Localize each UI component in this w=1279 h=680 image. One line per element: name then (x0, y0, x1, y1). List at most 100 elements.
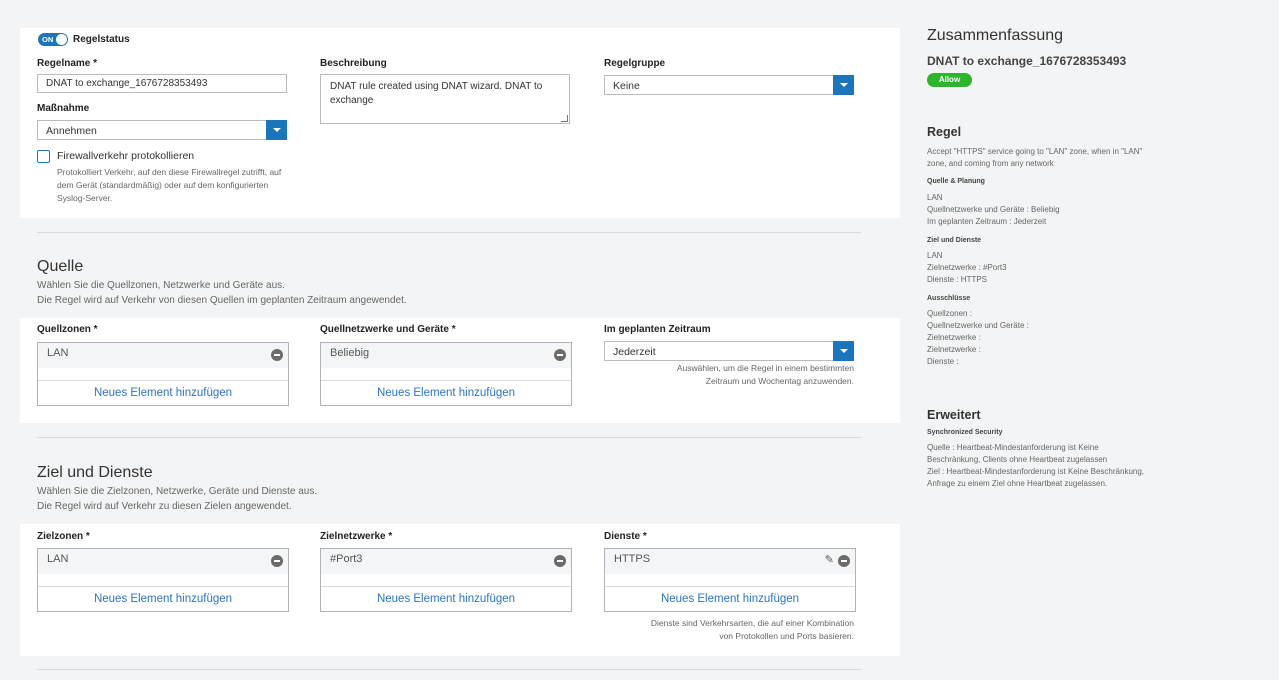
summary-line: Quelle : Heartbeat-Mindestanforderung is… (927, 443, 1099, 452)
log-traffic-hint: Protokolliert Verkehr, auf den diese Fir… (57, 166, 281, 205)
summary-rule-name: DNAT to exchange_1676728353493 (927, 54, 1127, 68)
action-value: Annehmen (46, 125, 97, 137)
log-hint-line: dem Gerät (standardmäßig) oder auf dem k… (57, 180, 269, 190)
summary-dest-lines: LAN Zielnetzwerke : #Port3 Dienste : HTT… (927, 250, 1007, 286)
remove-icon[interactable] (271, 555, 283, 567)
divider (37, 669, 861, 670)
subtitle-line: Die Regel wird auf Verkehr von diesen Qu… (37, 295, 407, 306)
list-item: #Port3 (321, 549, 571, 574)
services-list: HTTPS ✎ Neues Element hinzufügen (604, 548, 856, 612)
schedule-select[interactable]: Jederzeit (604, 341, 854, 361)
source-section-subtitle: Wählen Sie die Quellzonen, Netzwerke und… (37, 278, 407, 308)
list-item-label: LAN (47, 553, 69, 565)
summary-line: Zielnetzwerke : #Port3 (927, 263, 1007, 272)
services-hint: Dienste sind Verkehrsarten, die auf eine… (651, 617, 854, 643)
summary-line: Zielnetzwerke : (927, 345, 981, 354)
list-item-label: LAN (47, 347, 69, 359)
dest-section-subtitle: Wählen Sie die Zielzonen, Netzwerke, Ger… (37, 484, 317, 514)
schedule-label: Im geplanten Zeitraum (604, 324, 711, 335)
add-item-button[interactable]: Neues Element hinzufügen (321, 586, 571, 612)
summary-dest-heading: Ziel und Dienste (927, 237, 982, 244)
description-textarea[interactable]: DNAT rule created using DNAT wizard. DNA… (320, 74, 570, 124)
summary-line: Quellnetzwerke und Geräte : (927, 321, 1029, 330)
action-label: Maßnahme (37, 103, 90, 114)
dest-section-title: Ziel und Dienste (37, 464, 153, 481)
dest-zones-label: Zielzonen * (37, 531, 90, 542)
summary-line: Dienste : HTTPS (927, 275, 988, 284)
summary-advanced-heading: Erweitert (927, 408, 981, 422)
rule-group-value: Keine (613, 80, 640, 92)
hint-line: Zeitraum und Wochentag anzuwenden. (705, 376, 854, 386)
source-zones-label: Quellzonen * (37, 324, 98, 335)
log-traffic-label: Firewallverkehr protokollieren (57, 150, 195, 162)
rule-name-label: Regelname * (37, 58, 98, 69)
source-section-title: Quelle (37, 258, 84, 275)
source-networks-label: Quellnetzwerke und Geräte * (320, 324, 456, 335)
divider (37, 232, 861, 233)
schedule-value: Jederzeit (613, 346, 656, 358)
list-item: LAN (38, 549, 288, 574)
summary-line: Beschränkung, Clients ohne Heartbeat zug… (927, 455, 1108, 464)
subtitle-line: Wählen Sie die Quellzonen, Netzwerke und… (37, 280, 285, 291)
hint-line: Auswählen, um die Regel in einem bestimm… (676, 363, 854, 373)
pencil-icon[interactable]: ✎ (825, 554, 834, 566)
resize-grip-icon[interactable] (561, 115, 568, 122)
remove-icon[interactable] (838, 555, 850, 567)
summary-line: Quellzonen : (927, 309, 972, 318)
toggle-knob (56, 34, 67, 45)
remove-icon[interactable] (554, 555, 566, 567)
rule-status-toggle[interactable]: ON (38, 33, 68, 46)
log-hint-line: Syslog-Server. (57, 193, 113, 203)
summary-source-lines: LAN Quellnetzwerke und Geräte : Beliebig… (927, 192, 1060, 228)
summary-line: Quellnetzwerke und Geräte : Beliebig (927, 205, 1060, 214)
hint-line: von Protokollen und Ports basieren. (719, 631, 854, 641)
dest-networks-label: Zielnetzwerke * (320, 531, 393, 542)
list-item-label: HTTPS (614, 553, 651, 565)
source-networks-list: Beliebig Neues Element hinzufügen (320, 342, 572, 406)
list-item: Beliebig (321, 343, 571, 368)
summary-line: LAN (927, 193, 943, 202)
subtitle-line: Wählen Sie die Zielzonen, Netzwerke, Ger… (37, 486, 318, 497)
description-value: DNAT rule created using DNAT wizard. DNA… (330, 81, 543, 106)
summary-regel-heading: Regel (927, 125, 962, 139)
log-hint-line: Protokolliert Verkehr, auf den diese Fir… (57, 167, 282, 177)
services-label: Dienste * (604, 531, 647, 542)
summary-line: LAN (927, 251, 943, 260)
summary-title: Zusammenfassung (927, 27, 1064, 44)
dest-zones-list: LAN Neues Element hinzufügen (37, 548, 289, 612)
add-item-button[interactable]: Neues Element hinzufügen (38, 586, 288, 612)
list-item: LAN (38, 343, 288, 368)
remove-icon[interactable] (554, 349, 566, 361)
summary-line: Accept "HTTPS" service going to "LAN" zo… (927, 147, 1143, 156)
list-item-label: Beliebig (330, 347, 370, 359)
chevron-down-icon[interactable] (833, 75, 854, 95)
summary-exclusions-lines: Quellzonen : Quellnetzwerke und Geräte :… (927, 308, 1029, 368)
summary-line: Im geplanten Zeitraum : Jederzeit (927, 217, 1047, 226)
log-traffic-checkbox[interactable] (37, 150, 50, 163)
summary-line: Ziel : Heartbeat-Mindestanforderung ist … (927, 467, 1145, 476)
divider (37, 437, 861, 438)
remove-icon[interactable] (271, 349, 283, 361)
chevron-down-icon[interactable] (266, 120, 287, 140)
add-item-button[interactable]: Neues Element hinzufügen (321, 380, 571, 406)
list-item-label: #Port3 (330, 553, 363, 565)
summary-exclusions-heading: Ausschlüsse (927, 295, 971, 302)
add-item-button[interactable]: Neues Element hinzufügen (38, 380, 288, 406)
summary-line: zone, and coming from any network (927, 159, 1054, 168)
summary-regel-text: Accept "HTTPS" service going to "LAN" zo… (927, 146, 1142, 170)
subtitle-line: Die Regel wird auf Verkehr zu diesen Zie… (37, 501, 292, 512)
action-select[interactable]: Annehmen (37, 120, 287, 140)
chevron-down-icon[interactable] (833, 341, 854, 361)
rule-name-input[interactable]: DNAT to exchange_1676728353493 (37, 74, 287, 93)
description-label: Beschreibung (320, 58, 387, 69)
schedule-hint: Auswählen, um die Regel in einem bestimm… (677, 362, 854, 388)
add-item-button[interactable]: Neues Element hinzufügen (605, 586, 855, 612)
summary-sync-heading: Synchronized Security (927, 429, 1003, 436)
summary-source-heading: Quelle & Planung (927, 178, 985, 185)
source-zones-list: LAN Neues Element hinzufügen (37, 342, 289, 406)
summary-action-badge: Allow (927, 73, 972, 87)
summary-line: Dienste : (927, 357, 959, 366)
rule-group-select[interactable]: Keine (604, 75, 854, 95)
dest-networks-list: #Port3 Neues Element hinzufügen (320, 548, 572, 612)
list-item: HTTPS ✎ (605, 549, 855, 574)
